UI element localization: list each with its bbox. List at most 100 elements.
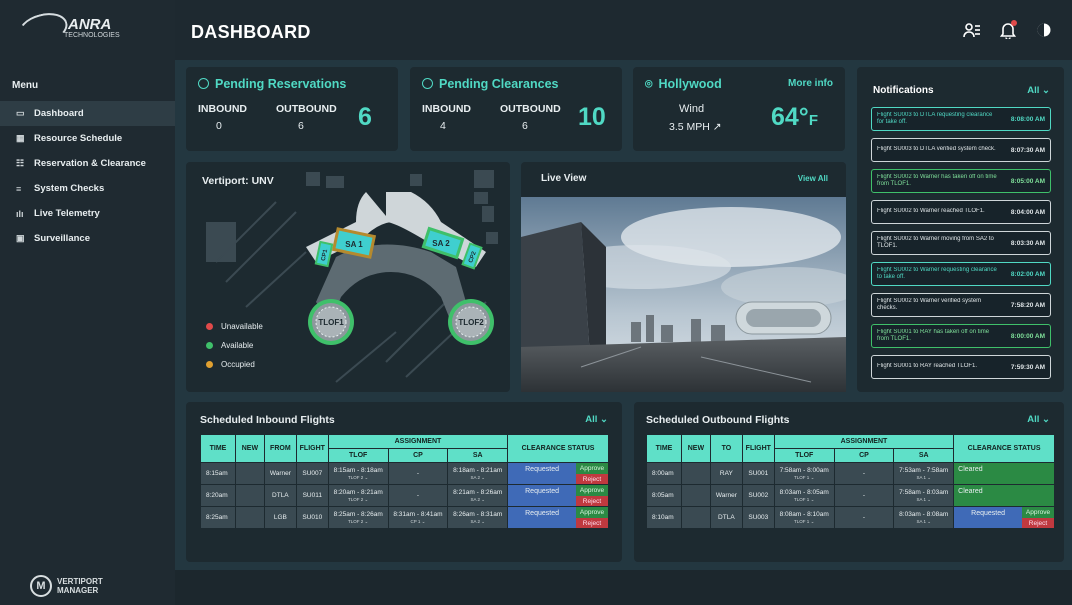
legend-dot: [206, 342, 213, 349]
sidebar-item-dashboard[interactable]: ▭ Dashboard: [0, 101, 175, 126]
notification-item[interactable]: Flight SU002 to Warner requesting cleara…: [871, 262, 1051, 286]
notification-item[interactable]: Flight SU002 to Warner verified system c…: [871, 293, 1051, 317]
col-clearance-status[interactable]: CLEARANCE STATUS: [953, 434, 1055, 463]
assignment-select[interactable]: TLOF 2 ⌄: [348, 474, 368, 481]
col-clearance-status[interactable]: CLEARANCE STATUS: [507, 434, 609, 463]
assignment-select[interactable]: TLOF 1 ⌄: [794, 496, 814, 503]
col-tlof[interactable]: TLOF: [773, 448, 835, 463]
assignment-select[interactable]: SA 1 ⌄: [916, 496, 931, 503]
clearances-total: 10: [578, 103, 606, 131]
status-requested: Requested: [508, 485, 576, 506]
pending-reservations-card: Pending Reservations INBOUND OUTBOUND 0 …: [186, 67, 398, 151]
sidebar-item-reservation-clearance[interactable]: ☷ Reservation & Clearance: [0, 151, 175, 176]
col-new[interactable]: NEW: [234, 434, 265, 463]
table-row[interactable]: 8:25am LGB SU010 8:25am - 8:26am TLOF 2 ⌄ 8:3…: [200, 506, 609, 529]
table-row[interactable]: 8:10am DTLA SU003 8:08am - 8:10am TLOF 1 ⌄ -8…: [646, 506, 1055, 529]
theme-toggle-icon[interactable]: [1034, 20, 1054, 40]
notification-item[interactable]: Flight SU002 to Warner reached TLOF1. 8:0…: [871, 200, 1051, 224]
chevron-down-icon: ⌄: [481, 474, 486, 480]
table-row[interactable]: 8:15am Warner SU007 8:15am - 8:18am TLOF 2 ⌄…: [200, 462, 609, 485]
notification-item[interactable]: Flight SU003 to DTLA requesting clearanc…: [871, 107, 1051, 131]
notification-item[interactable]: Flight SU001 to RAY reached TLOF1. 7:59:3…: [871, 355, 1051, 379]
col-time[interactable]: TIME: [200, 434, 236, 463]
notification-text: Flight SU003 to DTLA verified system che…: [877, 146, 996, 153]
table-row[interactable]: 8:00am RAY SU001 7:58am - 8:00am TLOF 1 ⌄ -7:…: [646, 462, 1055, 485]
cell-flight: SU010: [295, 506, 329, 529]
col-new[interactable]: NEW: [680, 434, 711, 463]
col-sa[interactable]: SA: [893, 448, 955, 463]
status-cleared: Cleared: [954, 485, 1054, 506]
inbound-filter[interactable]: All ⌄: [585, 414, 608, 425]
chevron-down-icon: ⌄: [481, 518, 486, 524]
assignment-select[interactable]: SA 1 ⌄: [916, 518, 931, 525]
more-info-link[interactable]: More info: [788, 78, 833, 89]
reject-button[interactable]: Reject: [576, 474, 608, 484]
vertiport-map-card: Vertiport: UNV SA 1 SA 2 CP1 CP2 TLOF1 T…: [186, 162, 510, 392]
outbound-filter[interactable]: All ⌄: [1027, 414, 1050, 425]
notification-item[interactable]: Flight SU002 to Warner moving from SA2 t…: [871, 231, 1051, 255]
cell-cp: 8:31am - 8:41am CP 1 ⌄: [387, 506, 449, 529]
assignment-select[interactable]: SA 2 ⌄: [470, 474, 485, 481]
sidebar-menu: ▭ Dashboard ▦ Resource Schedule ☷ Reservation…: [0, 101, 175, 251]
assignment-time: 8:18am - 8:21am: [453, 466, 503, 474]
sidebar-item-live-telemetry[interactable]: ılı Live Telemetry: [0, 201, 175, 226]
inbound-count: 4: [440, 120, 446, 132]
tlof1-label: TLOF1: [318, 318, 344, 327]
sa2-label: SA 2: [432, 239, 450, 248]
notification-item[interactable]: Flight SU001 to RAY has taken off on tim…: [871, 324, 1051, 348]
approve-button[interactable]: Approve: [576, 463, 608, 474]
approve-button[interactable]: Approve: [576, 485, 608, 496]
top-bar: DASHBOARD: [175, 0, 1072, 60]
col-cp[interactable]: CP: [833, 448, 895, 463]
outbound-label: OUTBOUND: [276, 103, 337, 115]
reject-button[interactable]: Reject: [576, 518, 608, 528]
col-from[interactable]: FROM: [263, 434, 297, 463]
reject-button[interactable]: Reject: [1022, 518, 1054, 528]
assignment-select[interactable]: SA 2 ⌄: [470, 518, 485, 525]
table-row[interactable]: 8:05am Warner SU002 8:03am - 8:05am TLOF 1 ⌄…: [646, 484, 1055, 507]
live-camera-feed[interactable]: [521, 197, 846, 392]
anra-logo: ANRA TECHNOLOGIES: [14, 8, 154, 50]
col-assignment: ASSIGNMENT: [327, 434, 509, 449]
assignment-select[interactable]: SA 2 ⌄: [470, 496, 485, 503]
assignment-select[interactable]: TLOF 1 ⌄: [794, 518, 814, 525]
col-to[interactable]: TO: [709, 434, 743, 463]
notifications-filter[interactable]: All ⌄: [1027, 85, 1050, 96]
notification-item[interactable]: Flight SU003 to DTLA verified system che…: [871, 138, 1051, 162]
col-cp[interactable]: CP: [387, 448, 449, 463]
col-flight[interactable]: FLIGHT: [295, 434, 329, 463]
assignment-select[interactable]: TLOF 2 ⌄: [348, 518, 368, 525]
notification-item[interactable]: Flight SU002 to Warner has taken off on …: [871, 169, 1051, 193]
monitor-icon: ▭: [16, 108, 25, 118]
approve-button[interactable]: Approve: [576, 507, 608, 518]
notification-time: 8:07:30 AM: [1010, 146, 1045, 154]
cell-flight: SU003: [741, 506, 775, 529]
chevron-down-icon: ⌄: [481, 496, 486, 502]
notification-text: Flight SU002 to Warner has taken off on …: [877, 173, 997, 188]
approve-button[interactable]: Approve: [1022, 507, 1054, 518]
cell-tlof: 8:20am - 8:21am TLOF 2 ⌄: [327, 484, 389, 507]
sidebar-item-surveillance[interactable]: ▣ Surveillance: [0, 226, 175, 251]
app-name-line2: MANAGER: [57, 586, 99, 595]
col-sa[interactable]: SA: [447, 448, 509, 463]
view-all-link[interactable]: View All: [798, 174, 828, 183]
sidebar-item-resource-schedule[interactable]: ▦ Resource Schedule: [0, 126, 175, 151]
cell-to: DTLA: [709, 506, 743, 529]
assignment-time: 8:20am - 8:21am: [333, 488, 383, 496]
bell-icon[interactable]: [998, 20, 1018, 40]
sidebar-item-label: Dashboard: [34, 108, 84, 119]
cell-from: LGB: [263, 506, 297, 529]
table-row[interactable]: 8:20am DTLA SU011 8:20am - 8:21am TLOF 2 ⌄ -8…: [200, 484, 609, 507]
col-flight[interactable]: FLIGHT: [741, 434, 775, 463]
assignment-select[interactable]: CP 1 ⌄: [410, 518, 425, 525]
checklist-icon: ☷: [16, 158, 25, 168]
assignment-select[interactable]: TLOF 1 ⌄: [794, 474, 814, 481]
col-tlof[interactable]: TLOF: [327, 448, 389, 463]
assignment-select[interactable]: SA 1 ⌄: [916, 474, 931, 481]
col-time[interactable]: TIME: [646, 434, 682, 463]
chevron-down-icon: ⌄: [810, 518, 815, 524]
user-list-icon[interactable]: [962, 20, 982, 40]
assignment-select[interactable]: TLOF 2 ⌄: [348, 496, 368, 503]
sidebar-item-system-checks[interactable]: ≡ System Checks: [0, 176, 175, 201]
reject-button[interactable]: Reject: [576, 496, 608, 506]
